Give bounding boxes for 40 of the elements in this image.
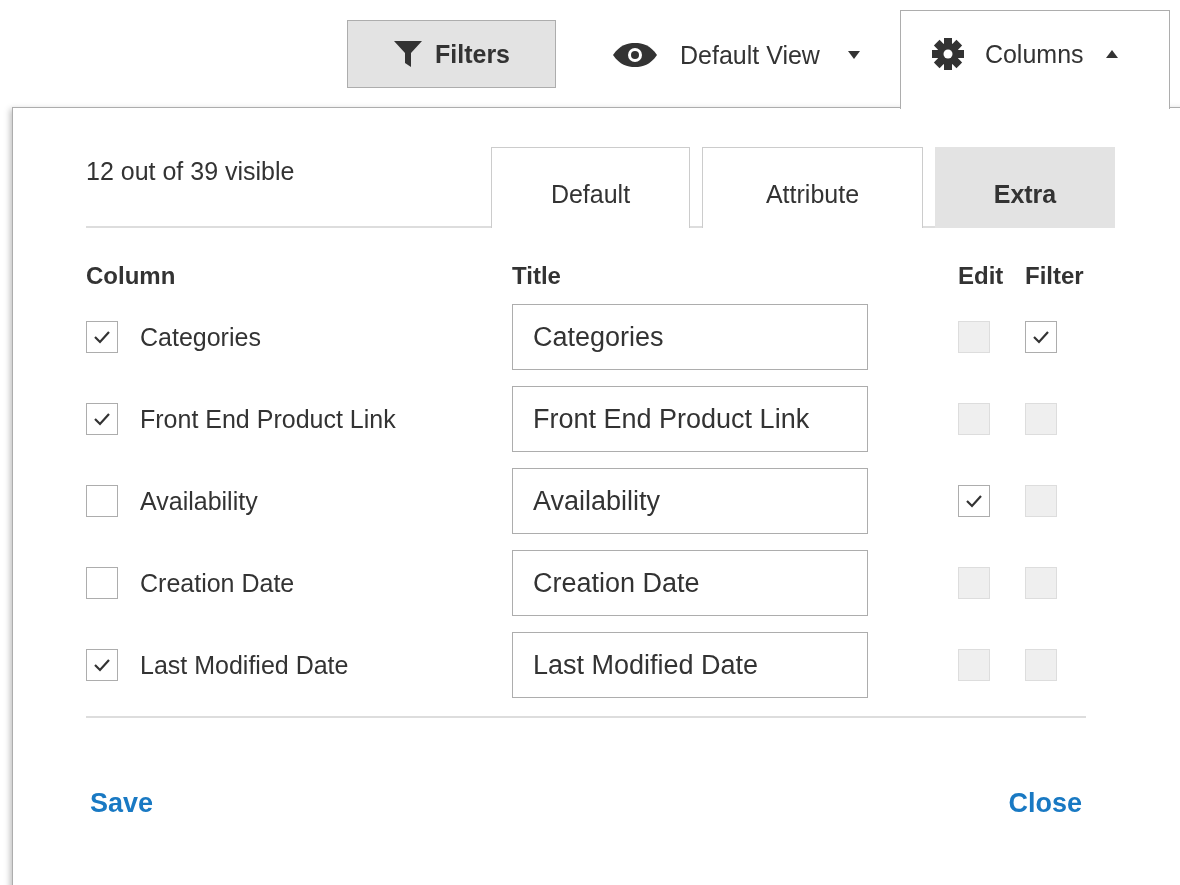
checkbox[interactable] bbox=[1025, 321, 1057, 353]
column-name: Front End Product Link bbox=[140, 404, 396, 434]
check-icon bbox=[93, 658, 111, 672]
column-name: Creation Date bbox=[140, 568, 295, 598]
save-link[interactable]: Save bbox=[86, 788, 158, 819]
filters-button[interactable]: Filters bbox=[347, 20, 556, 88]
tab[interactable]: Attribute bbox=[702, 147, 923, 228]
filter-icon bbox=[393, 40, 423, 68]
check-icon bbox=[93, 330, 111, 344]
column-header: Filter bbox=[1025, 262, 1085, 290]
tab[interactable]: Extra bbox=[935, 147, 1115, 228]
check-icon bbox=[965, 494, 983, 508]
checkbox[interactable] bbox=[86, 403, 118, 435]
column-name: Availability bbox=[140, 486, 258, 516]
column-header: Title bbox=[512, 262, 562, 290]
columns-button[interactable]: Columns bbox=[899, 10, 1170, 109]
gear-icon bbox=[930, 37, 965, 71]
checkbox[interactable] bbox=[86, 567, 118, 599]
visible-count: 12 out of 39 visible bbox=[86, 157, 296, 186]
column-header: Column bbox=[86, 262, 177, 290]
checkbox[interactable] bbox=[86, 485, 118, 517]
title-field[interactable]: Last Modified Date bbox=[512, 632, 868, 698]
column-name: Last Modified Date bbox=[140, 650, 349, 680]
title-field[interactable]: Availability bbox=[512, 468, 868, 534]
checkbox[interactable] bbox=[86, 321, 118, 353]
close-link[interactable]: Close bbox=[1004, 788, 1086, 819]
checkbox[interactable] bbox=[958, 485, 990, 517]
title-field[interactable]: Front End Product Link bbox=[512, 386, 868, 452]
caret-icon bbox=[1105, 50, 1118, 58]
check-icon bbox=[93, 412, 111, 426]
view-dropdown[interactable]: Default View bbox=[612, 22, 860, 88]
column-name: Categories bbox=[140, 322, 261, 352]
title-field[interactable]: Categories bbox=[512, 304, 868, 370]
tab[interactable]: Default bbox=[491, 147, 690, 228]
title-field[interactable]: Creation Date bbox=[512, 550, 868, 616]
eye-icon bbox=[612, 42, 658, 68]
caret-icon bbox=[847, 51, 860, 59]
check-icon bbox=[1032, 330, 1050, 344]
column-header: Edit bbox=[958, 262, 1005, 290]
checkbox[interactable] bbox=[86, 649, 118, 681]
